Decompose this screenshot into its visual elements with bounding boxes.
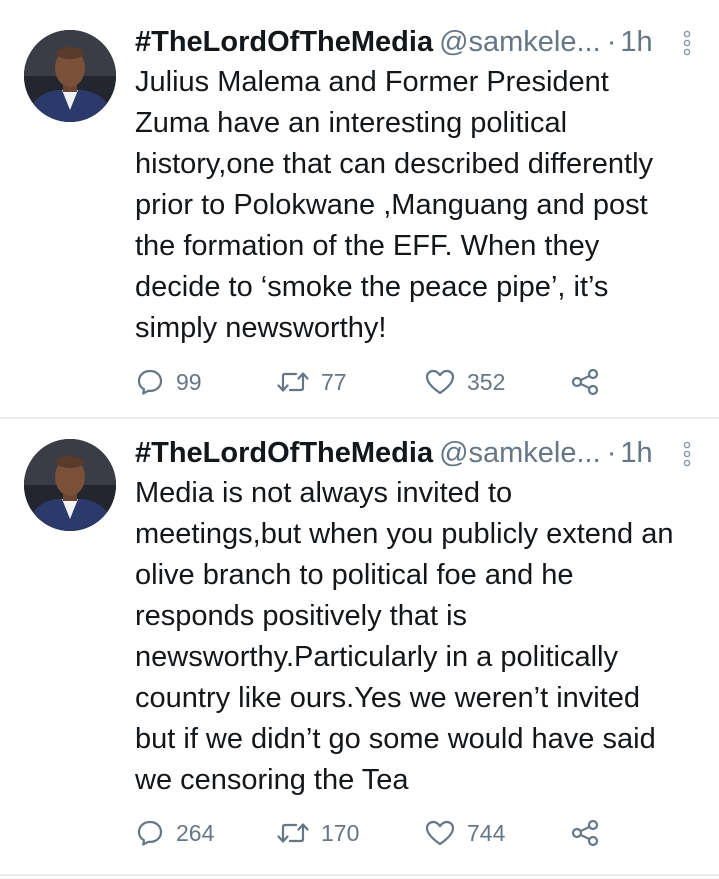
retweet-button[interactable]: 170 (277, 813, 359, 853)
avatar[interactable] (24, 30, 116, 122)
tweet-actions: 264 170 744 (0, 813, 719, 853)
more-vertical-icon[interactable] (683, 441, 691, 467)
heart-icon (425, 820, 455, 846)
more-vertical-icon[interactable] (683, 30, 691, 56)
tweet-actions: 99 77 352 (0, 362, 719, 402)
tweet-header: #TheLordOfTheMedia @samkele... · 1h (135, 431, 690, 475)
like-count: 352 (467, 368, 506, 395)
like-button[interactable]: 744 (425, 813, 505, 853)
tweet-divider (0, 874, 719, 876)
timestamp[interactable]: 1h (620, 437, 652, 469)
retweet-count: 77 (321, 368, 347, 395)
author-handle[interactable]: @samkele... (439, 26, 601, 58)
reply-button[interactable]: 99 (136, 362, 202, 402)
tweet-feed: #TheLordOfTheMedia @samkele... · 1h Julius … (0, 0, 719, 879)
tweet-text: Julius Malema and Former President Zuma … (135, 66, 654, 344)
reply-count: 99 (176, 368, 202, 395)
separator-dot: · (606, 437, 617, 469)
share-button[interactable] (570, 362, 600, 402)
like-count: 744 (467, 819, 506, 846)
share-icon (571, 819, 599, 847)
avatar[interactable] (24, 439, 116, 531)
heart-icon (425, 369, 455, 395)
avatar-image (24, 30, 116, 122)
retweet-icon (277, 823, 309, 843)
tweet-header: #TheLordOfTheMedia @samkele... · 1h (135, 20, 690, 64)
timestamp[interactable]: 1h (620, 26, 652, 58)
reply-button[interactable]: 264 (136, 813, 214, 853)
retweet-count: 170 (321, 819, 360, 846)
author-name[interactable]: #TheLordOfTheMedia (135, 26, 433, 58)
tweet[interactable]: #TheLordOfTheMedia @samkele... · 1h Julius … (0, 0, 719, 417)
avatar-image (24, 439, 116, 531)
like-button[interactable]: 352 (425, 362, 505, 402)
reply-icon (137, 820, 163, 846)
separator-dot: · (606, 26, 617, 58)
reply-icon (137, 369, 163, 395)
tweet-text: Media is not always invited to meetings,… (135, 477, 674, 796)
retweet-icon (277, 372, 309, 392)
tweet[interactable]: #TheLordOfTheMedia @samkele... · 1h Media i… (0, 419, 719, 874)
author-handle[interactable]: @samkele... (439, 437, 601, 469)
reply-count: 264 (176, 819, 215, 846)
author-name[interactable]: #TheLordOfTheMedia (135, 437, 433, 469)
share-button[interactable] (570, 813, 600, 853)
retweet-button[interactable]: 77 (277, 362, 347, 402)
share-icon (571, 368, 599, 396)
